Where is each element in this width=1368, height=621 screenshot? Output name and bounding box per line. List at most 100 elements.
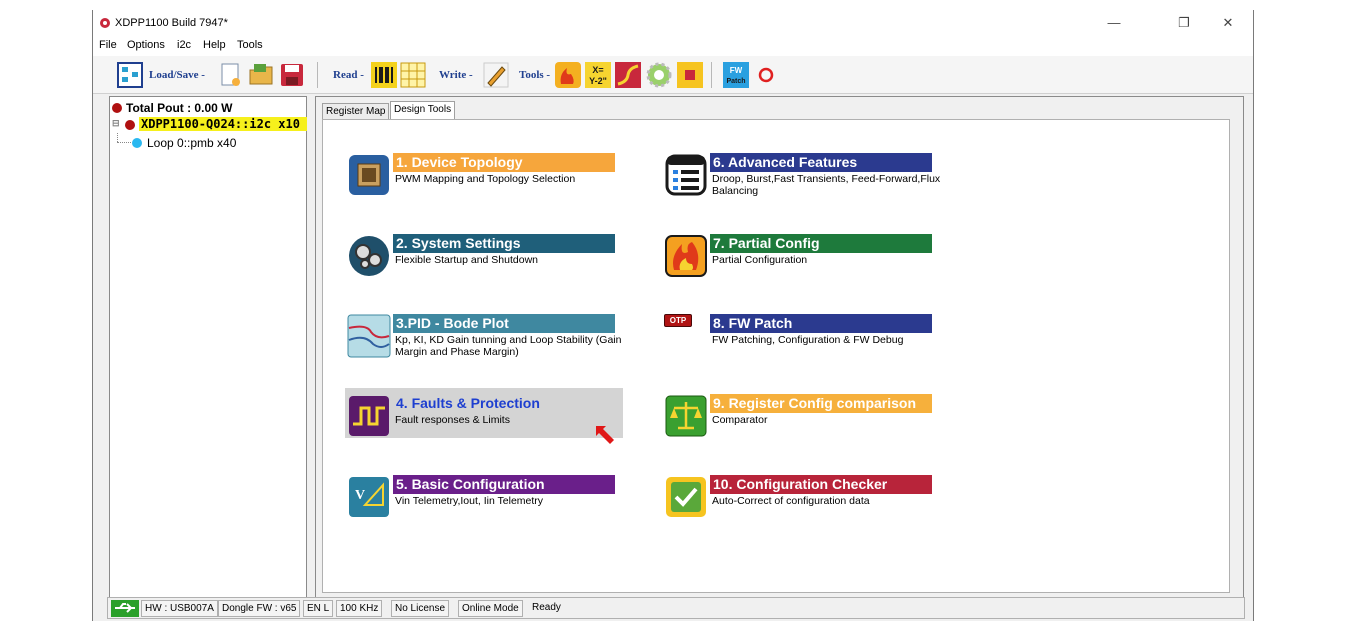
status-dot-icon [125,120,135,130]
toolbar-separator [711,62,712,88]
tree-connector [117,142,131,143]
card-title: 7. Partial Config [710,234,932,253]
bode-icon [347,314,391,358]
status-hw: HW : USB007A [141,600,218,617]
minimize-button[interactable]: — [1099,14,1129,32]
card-description: Auto-Correct of configuration data [712,495,870,507]
tab-register-map[interactable]: Register Map [322,103,390,120]
card-pid-bode-plot[interactable]: 3.PID - Bode Plot Kp, KI, KD Gain tunnin… [347,314,627,372]
stop-tool-icon[interactable] [677,62,703,88]
fire-tool-icon[interactable] [555,62,581,88]
otp-badge-text: OTP [669,316,687,325]
card-description: Kp, KI, KD Gain tunning and Loop Stabili… [395,334,622,358]
status-mode: Online Mode [458,600,523,617]
load-save-button[interactable]: Load/Save - [149,69,205,81]
title-bar: XDPP1100 Build 7947* — ❐ ✕ [93,10,1253,36]
formula-line-2: Y-2" [589,76,607,86]
write-pencil-icon[interactable] [483,62,509,88]
usb-connection-icon [111,600,139,617]
app-gear-icon [100,18,110,28]
card-description: Vin Telemetry,Iout, Iin Telemetry [395,495,544,507]
main-window: XDPP1100 Build 7947* — ❐ ✕ File Options … [92,10,1254,621]
svg-text:V: V [355,488,365,503]
window-title: XDPP1100 Build 7947* [115,17,228,29]
menu-bar: File Options i2c Help Tools [93,36,1253,56]
device-label: XDPP1100-Q024::i2c x10 [139,117,307,131]
new-file-icon[interactable] [218,62,244,88]
fire-icon [665,235,707,277]
total-pout-label: Total Pout : 0.00 W [126,101,233,115]
card-description: Fault responses & Limits [395,414,510,426]
status-license: No License [391,600,450,617]
status-dot-icon [132,138,142,148]
formula-line-1: X= [592,65,603,75]
status-ready: Ready [532,602,561,613]
save-disk-icon[interactable] [279,62,305,88]
card-system-settings[interactable]: 2. System Settings Flexible Startup and … [347,234,627,292]
card-title: 9. Register Config comparison [710,394,932,413]
scale-icon [665,395,707,437]
chip-icon [349,155,389,195]
status-dot-icon [112,103,122,113]
card-title: 2. System Settings [393,234,615,253]
device-tree: Total Pout : 0.00 W ⊟ XDPP1100-Q024::i2c… [109,96,307,599]
read-button[interactable]: Read - [333,69,364,81]
card-title: 5. Basic Configuration [393,475,615,494]
gears-icon [349,236,389,276]
gear-tool-icon[interactable] [646,62,672,88]
card-configuration-checker[interactable]: 10. Configuration Checker Auto-Correct o… [664,475,944,533]
write-button[interactable]: Write - [439,69,473,81]
card-advanced-features[interactable]: 6. Advanced Features Droop, Burst,Fast T… [664,153,944,211]
menu-file[interactable]: File [99,39,117,51]
read-table-icon[interactable] [400,62,426,88]
card-description: Partial Configuration [712,254,808,266]
waveform-icon [349,396,389,436]
toolbar: Load/Save - Read - Write - Tools - X= Y-… [93,56,1253,94]
record-circle-icon[interactable] [753,62,779,88]
menu-i2c[interactable]: i2c [177,39,191,51]
card-title: 10. Configuration Checker [710,475,932,494]
load-save-icon[interactable] [117,62,143,88]
card-title: 1. Device Topology [393,153,615,172]
menu-options[interactable]: Options [127,39,165,51]
card-fw-patch[interactable]: OTP 8. FW Patch FW Patching, Configurati… [664,314,944,372]
list-icon [665,154,707,196]
status-frequency: 100 KHz [336,600,383,617]
formula-tool-icon[interactable]: X= Y-2" [585,62,611,88]
open-folder-icon[interactable] [248,62,274,88]
card-partial-config[interactable]: 7. Partial Config Partial Configuration [664,234,944,292]
tools-button[interactable]: Tools - [519,69,550,81]
fw-patch-line-2: Patch [726,78,745,85]
collapse-toggle-icon[interactable]: ⊟ [112,118,120,129]
design-tools-canvas: 1. Device Topology PWM Mapping and Topol… [322,119,1230,593]
toolbar-separator [317,62,318,88]
card-faults-protection[interactable]: 4. Faults & Protection Fault responses &… [347,394,627,452]
curve-tool-icon[interactable] [615,62,641,88]
restore-button[interactable]: ❐ [1169,14,1199,32]
tab-design-tools[interactable]: Design Tools [390,101,456,120]
menu-tools[interactable]: Tools [237,39,263,51]
card-title: 8. FW Patch [710,314,932,333]
checkmark-icon [666,477,706,517]
telemetry-icon: V [349,477,389,517]
card-description: PWM Mapping and Topology Selection [395,173,576,185]
otp-icon: OTP [664,314,692,327]
fw-patch-icon[interactable]: FW Patch [723,62,749,88]
loop-label: Loop 0::pmb x40 [147,136,237,150]
status-enable: EN L [303,600,334,617]
card-description: Flexible Startup and Shutdown [395,254,539,266]
card-basic-configuration[interactable]: V 5. Basic Configuration Vin Telemetry,I… [347,475,627,533]
card-description: FW Patching, Configuration & FW Debug [712,334,904,346]
card-title: 3.PID - Bode Plot [393,314,615,333]
card-title: 4. Faults & Protection [396,395,540,411]
menu-help[interactable]: Help [203,39,226,51]
card-device-topology[interactable]: 1. Device Topology PWM Mapping and Topol… [347,153,627,211]
read-chip-icon[interactable] [371,62,397,88]
status-dongle-fw: Dongle FW : v65 [218,600,301,617]
card-title: 6. Advanced Features [710,153,932,172]
card-register-config-comparison[interactable]: 9. Register Config comparison Comparator [664,394,944,452]
card-description: Droop, Burst,Fast Transients, Feed-Forwa… [712,173,941,197]
fw-patch-line-1: FW [730,66,743,75]
design-panel: Register Map Design Tools 1. Device Topo… [315,96,1244,599]
close-button[interactable]: ✕ [1213,14,1243,32]
